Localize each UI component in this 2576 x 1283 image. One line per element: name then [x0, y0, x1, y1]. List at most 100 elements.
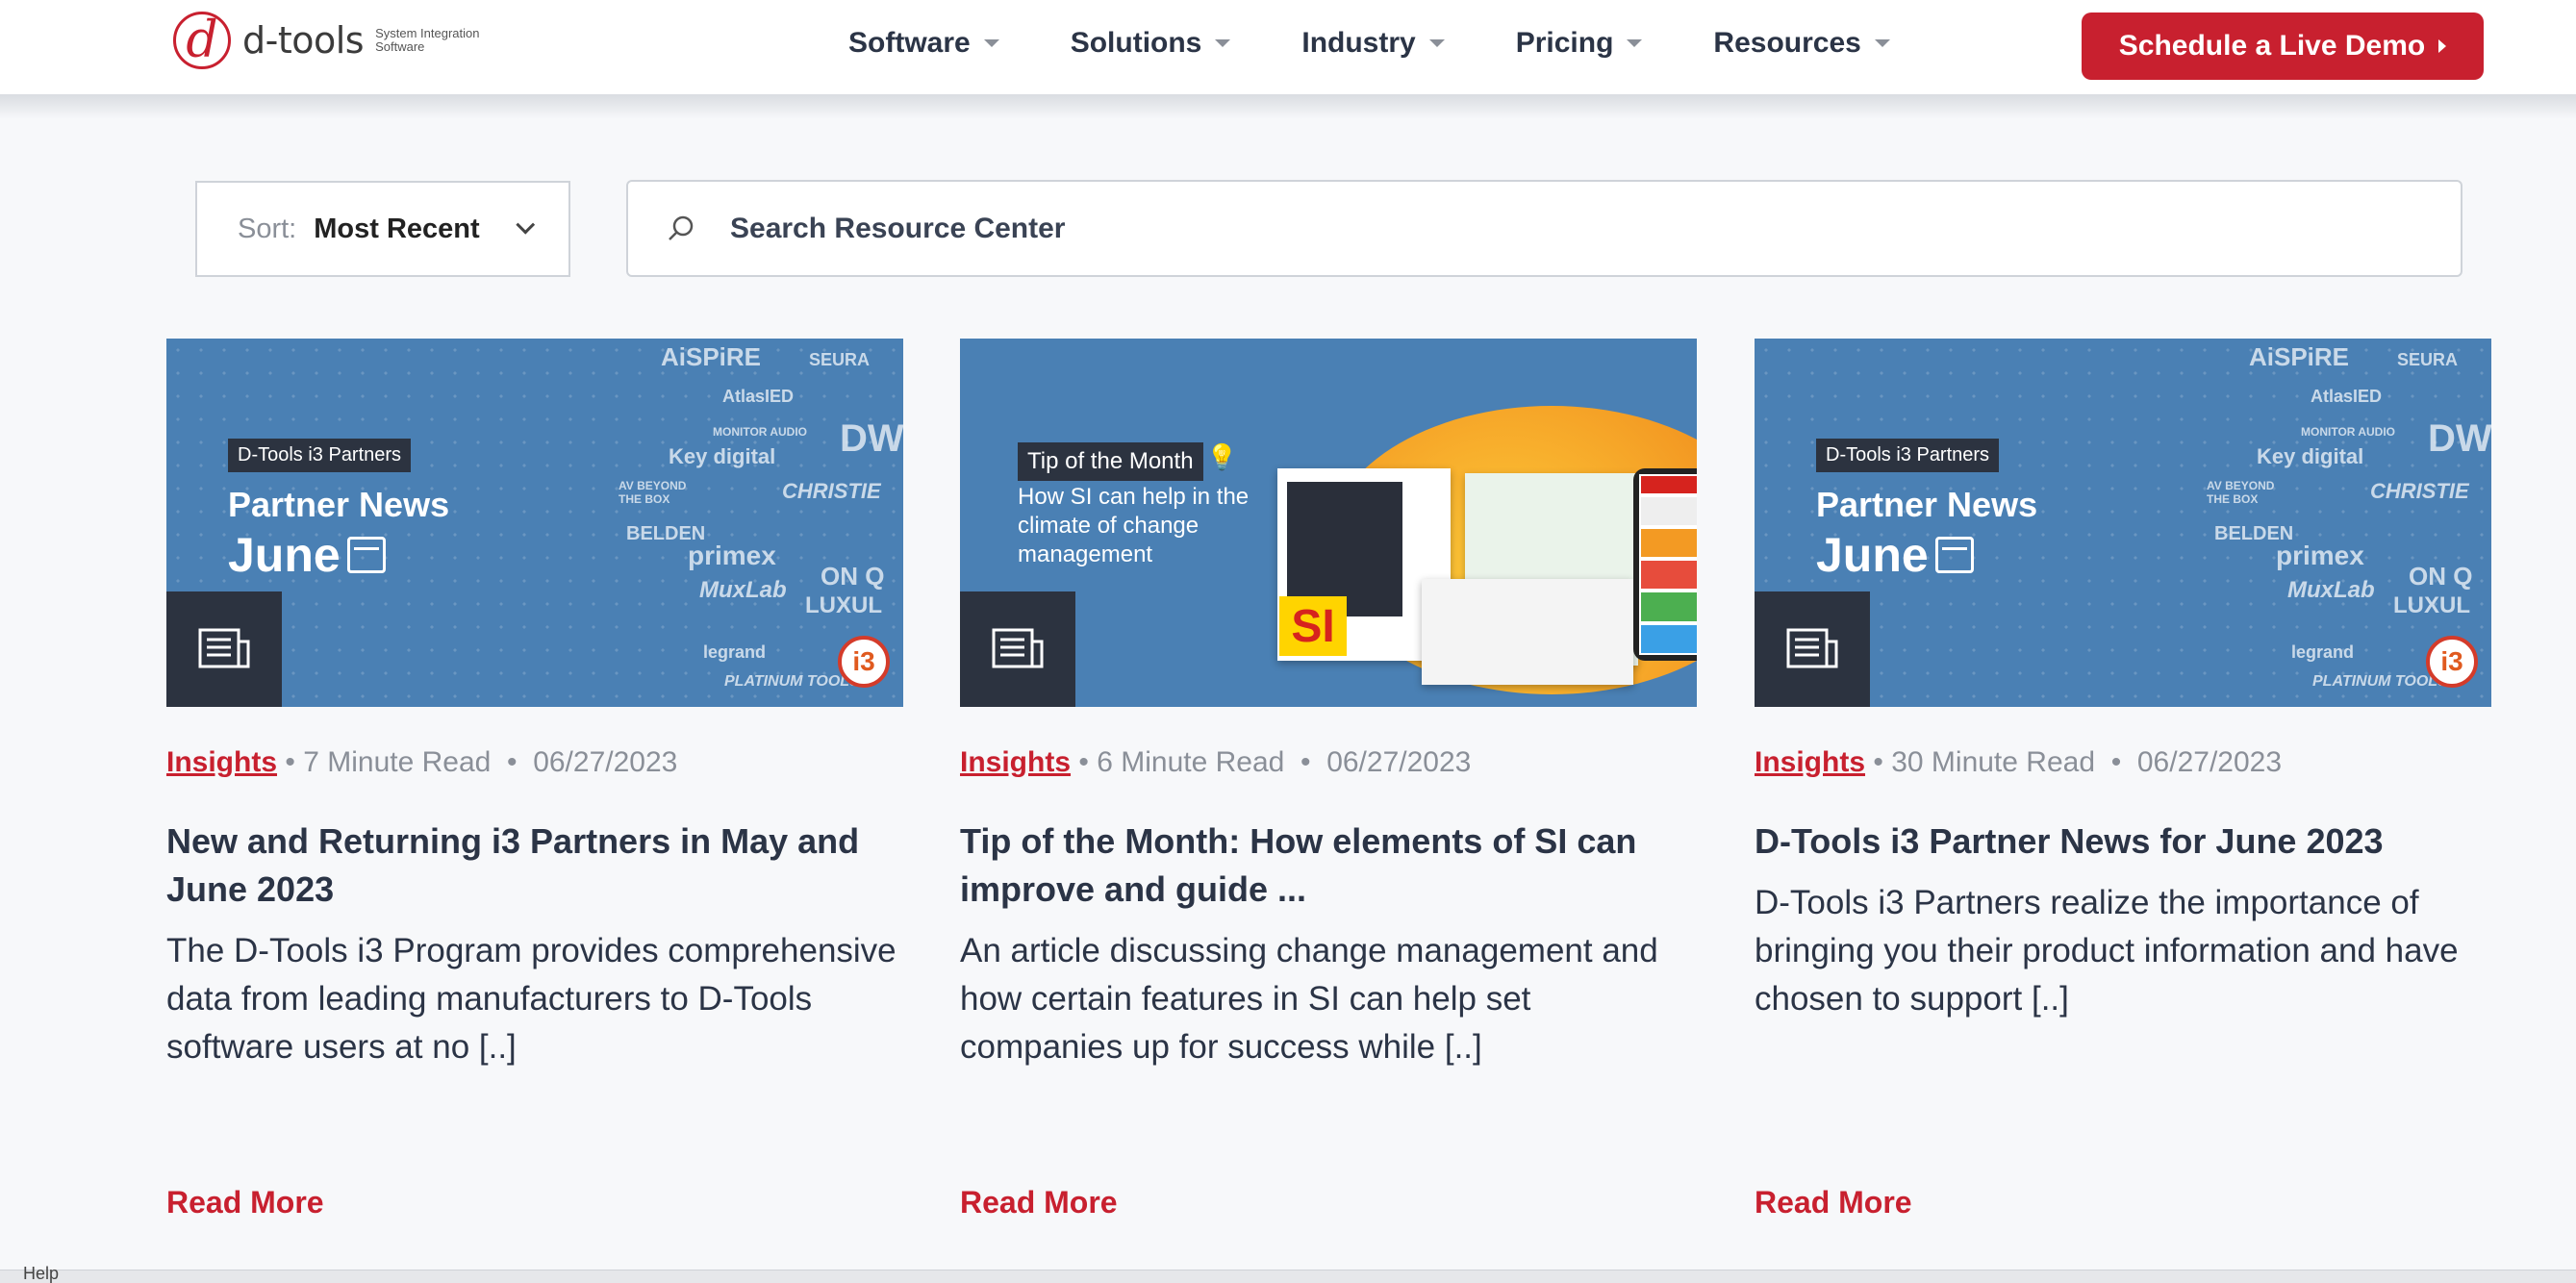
logo-name: d-tools	[242, 19, 365, 62]
i3-badge-icon: i3	[838, 636, 890, 688]
article-type-badge	[1755, 591, 1870, 707]
brand-logo: AtlasIED	[722, 387, 795, 406]
publish-date: 06/27/2023	[533, 746, 678, 778]
main-menu: Software Solutions Industry Pricing Reso…	[848, 27, 1961, 60]
menu-label: Solutions	[1070, 27, 1202, 59]
menu-item-resources[interactable]: Resources	[1713, 27, 1890, 60]
image-text: How SI can help in the climate of change…	[1018, 484, 1250, 567]
brand-logo: MONITOR AUDIO	[2301, 425, 2395, 439]
resource-card: D-Tools i3 Partners Partner News June Ai…	[1755, 339, 2491, 1262]
search-icon	[667, 214, 695, 243]
card-title[interactable]: D-Tools i3 Partner News for June 2023	[1755, 818, 2491, 866]
document-icon	[992, 628, 1044, 668]
brand-logo: AiSPiRE	[661, 342, 762, 371]
top-navigation: d d-tools System Integration Software So…	[0, 0, 2576, 94]
brand-logo: LUXUL	[805, 592, 882, 618]
category-link[interactable]: Insights	[1755, 746, 1865, 778]
brand-logo: Key digital	[2257, 444, 2364, 468]
brand-logo: LUXUL	[2393, 592, 2470, 618]
read-time: 6 Minute Read	[1097, 746, 1285, 778]
caret-down-icon	[1874, 39, 1890, 47]
sort-dropdown[interactable]: Sort: Most Recent	[195, 181, 570, 277]
brand-logo: AV BEYOND THE BOX	[2207, 479, 2275, 506]
table-screenshot	[1422, 579, 1633, 685]
image-tag: D-Tools i3 Partners	[228, 439, 412, 472]
image-title: Partner News	[1816, 485, 2038, 524]
card-image[interactable]: SI Tip of the Month 💡 How SI can help in…	[960, 339, 1697, 707]
card-image[interactable]: D-Tools i3 Partners Partner News June Ai…	[1755, 339, 2491, 707]
image-tag: Tip of the Month	[1018, 442, 1203, 481]
brand-logo: CHRISTIE	[2370, 479, 2469, 503]
brand-logo: ON Q	[821, 562, 885, 591]
meta-separator: •	[2103, 746, 2137, 778]
category-link[interactable]: Insights	[960, 746, 1071, 778]
help-label[interactable]: Help	[23, 1264, 59, 1283]
card-meta: Insights • 30 Minute Read • 06/27/2023	[1755, 746, 2282, 779]
read-more-link[interactable]: Read More	[1755, 1185, 1912, 1220]
card-title[interactable]: New and Returning i3 Partners in May and…	[166, 818, 903, 914]
menu-item-pricing[interactable]: Pricing	[1516, 27, 1643, 60]
meta-separator: •	[1873, 746, 1892, 778]
schedule-demo-button[interactable]: Schedule a Live Demo	[2082, 13, 2484, 80]
brand-logo: PLATINUM TOOLS	[724, 673, 860, 690]
card-image[interactable]: D-Tools i3 Partners Partner News June Ai…	[166, 339, 903, 707]
read-time: 30 Minute Read	[1891, 746, 2096, 778]
d-tools-logo-mark-icon: d	[173, 12, 231, 69]
brand-logo: MuxLab	[2287, 577, 2375, 603]
document-icon	[198, 628, 250, 668]
meta-separator: •	[498, 746, 534, 778]
read-more-link[interactable]: Read More	[960, 1185, 1118, 1220]
schedule-demo-label: Schedule a Live Demo	[2118, 30, 2426, 62]
menu-item-software[interactable]: Software	[848, 27, 999, 60]
logo-tagline: System Integration Software	[375, 26, 480, 54]
document-icon	[1786, 628, 1838, 668]
menu-label: Pricing	[1515, 27, 1614, 59]
bottom-taskbar	[0, 1270, 2576, 1283]
meta-separator: •	[1292, 746, 1327, 778]
menu-label: Software	[848, 27, 971, 59]
image-tag: D-Tools i3 Partners	[1816, 439, 2000, 472]
read-time: 7 Minute Read	[303, 746, 492, 778]
caret-down-icon	[1627, 39, 1643, 47]
resource-card: SI Tip of the Month 💡 How SI can help in…	[960, 339, 1697, 1262]
card-meta: Insights • 7 Minute Read • 06/27/2023	[166, 746, 677, 779]
brand-logo: legrand	[2291, 642, 2355, 662]
d-tools-logo[interactable]: d d-tools System Integration Software	[173, 12, 500, 69]
sort-value: Most Recent	[314, 213, 480, 244]
image-month: June	[1816, 528, 1929, 582]
card-excerpt: The D-Tools i3 Program provides comprehe…	[166, 932, 897, 1066]
caret-down-icon	[983, 39, 999, 47]
caret-down-icon	[1215, 39, 1231, 47]
meta-separator: •	[1078, 746, 1098, 778]
brand-logo: DW	[840, 417, 903, 460]
brand-logo: Key digital	[669, 444, 776, 468]
image-title: Partner News	[228, 485, 450, 524]
brand-logo: MONITOR AUDIO	[713, 425, 807, 439]
brand-logo: primex	[688, 541, 776, 570]
search-box	[626, 180, 2462, 277]
card-meta: Insights • 6 Minute Read • 06/27/2023	[960, 746, 1471, 779]
i3-badge-icon: i3	[2426, 636, 2478, 688]
publish-date: 06/27/2023	[1326, 746, 1472, 778]
menu-item-solutions[interactable]: Solutions	[1071, 27, 1231, 60]
brand-logo: PLATINUM TOOLS	[2312, 673, 2448, 690]
chevron-down-icon	[516, 214, 535, 235]
article-type-badge	[960, 591, 1075, 707]
brand-logo: AV BEYOND THE BOX	[619, 479, 687, 506]
brand-logo: AtlasIED	[2311, 387, 2383, 406]
phone-screenshot	[1633, 468, 1697, 661]
brand-logo: ON Q	[2409, 562, 2473, 591]
nav-shadow	[0, 94, 2576, 119]
search-input[interactable]	[730, 212, 2269, 245]
triangle-right-icon	[2438, 39, 2447, 53]
menu-label: Resources	[1713, 27, 1861, 59]
read-more-link[interactable]: Read More	[166, 1185, 324, 1220]
lightbulb-icon: 💡	[1206, 442, 1238, 471]
category-link[interactable]: Insights	[166, 746, 277, 778]
menu-item-industry[interactable]: Industry	[1301, 27, 1445, 60]
brand-logo: MuxLab	[699, 577, 787, 603]
brand-logo: DW	[2428, 417, 2491, 460]
brand-logo: AiSPiRE	[2249, 342, 2350, 371]
card-title[interactable]: Tip of the Month: How elements of SI can…	[960, 818, 1697, 914]
calendar-icon	[347, 537, 386, 573]
